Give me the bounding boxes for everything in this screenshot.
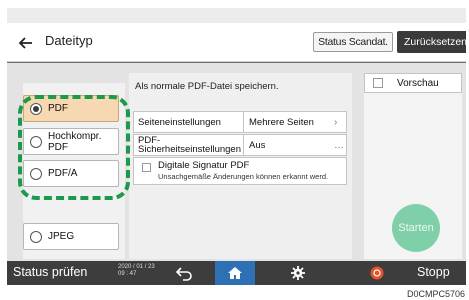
page-settings-label: Seiteneinstellungen — [134, 112, 244, 132]
header: Dateityp Status Scandat. Zurücksetzen — [7, 23, 466, 62]
preview-toggle[interactable]: Vorschau — [364, 73, 462, 93]
preview-label: Vorschau — [397, 77, 439, 89]
date: 2020 / 01 / 23 — [118, 264, 155, 270]
home-button[interactable] — [215, 261, 255, 285]
home-icon — [228, 267, 242, 279]
figure-code: D0CMPC5706 — [406, 289, 465, 299]
security-settings-label: PDF- Sicherheitseinstellungen — [134, 135, 244, 155]
file-type-label: JPEG — [48, 231, 75, 242]
time: 09 : 47 — [118, 271, 137, 277]
reset-label: Zurücksetzen — [404, 36, 466, 48]
file-type-jpeg[interactable]: JPEG — [23, 223, 119, 250]
info-text: Als normale PDF-Datei speichern. — [135, 81, 279, 92]
datetime: 2020 / 01 / 23 09 : 47 — [118, 264, 155, 278]
preview-checkbox[interactable] — [373, 78, 383, 88]
more-icon: … — [334, 139, 344, 151]
status-check-button[interactable]: Status prüfen — [13, 265, 87, 279]
moon-icon — [452, 10, 457, 20]
device-screen: Dateityp Status Scandat. Zurücksetzen PD… — [7, 8, 466, 285]
content-area: PDF Hochkompr. PDF PDF/A JPEG Als normal… — [7, 63, 466, 261]
arrow-left-icon — [18, 37, 32, 49]
page-settings-value: Mehrere Seiten — [249, 116, 314, 128]
back-button[interactable] — [15, 33, 37, 53]
status-bar: Status prüfen 2020 / 01 / 23 09 : 47 Sto… — [7, 261, 466, 285]
back-icon[interactable] — [175, 265, 193, 281]
top-strip — [7, 8, 466, 23]
reset-button[interactable]: Zurücksetzen — [397, 31, 466, 53]
digital-signature-option[interactable]: Digitale Signatur PDF Unsachgemäße Änder… — [133, 157, 347, 185]
stop-icon[interactable] — [370, 266, 384, 280]
page-title: Dateityp — [45, 33, 93, 48]
highlight-frame — [18, 95, 130, 200]
start-button[interactable]: Starten — [392, 204, 440, 252]
radio-icon — [30, 230, 42, 243]
stop-button[interactable]: Stopp — [417, 265, 450, 279]
security-settings-row[interactable]: PDF- Sicherheitseinstellungen Aus … — [133, 134, 347, 156]
signature-label: Digitale Signatur PDF — [158, 160, 250, 171]
page-settings-row[interactable]: Seiteneinstellungen Mehrere Seiten › — [133, 111, 347, 133]
chevron-right-icon: › — [334, 116, 338, 128]
gear-icon[interactable] — [291, 266, 305, 280]
signature-description: Unsachgemäße Änderungen können erkannt w… — [158, 172, 329, 181]
security-label-line2: Sicherheitseinstellungen — [138, 144, 241, 155]
security-settings-value: Aus — [249, 139, 266, 151]
status-scan-button[interactable]: Status Scandat. — [313, 32, 393, 52]
signature-checkbox[interactable] — [142, 163, 151, 172]
settings-panel: Als normale PDF-Datei speichern. Seitene… — [129, 73, 352, 259]
